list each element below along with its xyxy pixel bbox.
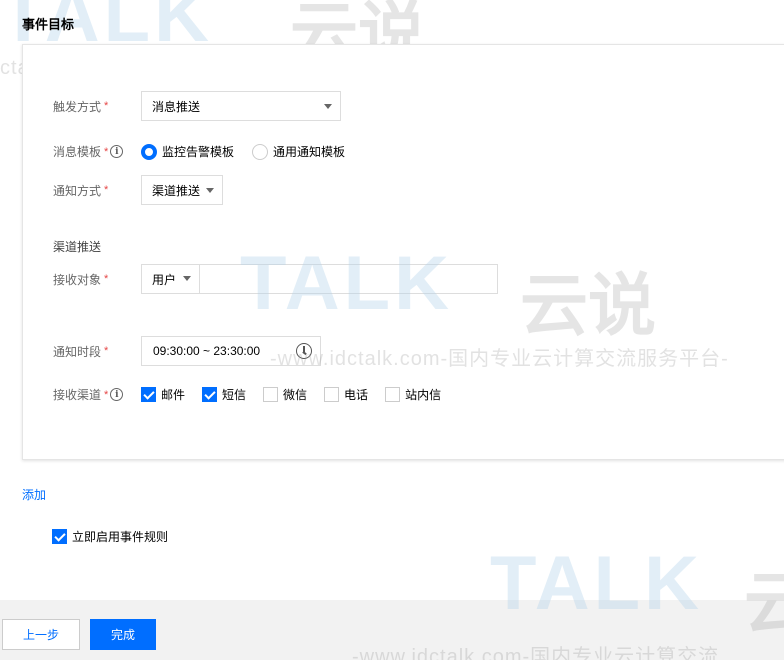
info-icon[interactable]: i — [110, 145, 124, 158]
chevron-down-icon — [183, 276, 191, 281]
channels-row: 接收渠道 * i 邮件 短信 微信 电话 站内信 — [23, 386, 458, 403]
checkbox-checked[interactable] — [141, 387, 156, 402]
required-mark: * — [104, 145, 109, 158]
checkbox-label: 短信 — [222, 388, 247, 402]
radio-alarm-template[interactable]: 监控告警模板 — [141, 143, 234, 160]
enable-rule-checkbox[interactable]: 立即启用事件规则 — [52, 528, 168, 545]
trigger-label: 触发方式 — [53, 99, 102, 114]
section-title: 渠道推送 — [53, 240, 102, 254]
notify-method-label: 通知方式 — [53, 183, 102, 198]
add-link[interactable]: 添加 — [22, 486, 46, 503]
checkbox-label: 站内信 — [405, 388, 442, 402]
time-range-value: 09:30:00 ~ 23:30:00 — [153, 344, 261, 358]
receiver-input[interactable] — [200, 265, 497, 293]
checkbox-checked[interactable] — [52, 529, 67, 544]
notify-time-label: 通知时段 — [53, 344, 102, 359]
template-radio-group: 监控告警模板 通用通知模板 — [141, 143, 363, 160]
checkbox[interactable] — [385, 387, 401, 402]
radio-button[interactable] — [252, 143, 269, 160]
receiver-type-select[interactable]: 用户 — [142, 265, 200, 293]
template-row: 消息模板 * i 监控告警模板 通用通知模板 — [23, 143, 363, 160]
notify-method-value: 渠道推送 — [152, 183, 201, 198]
required-mark: * — [104, 100, 109, 112]
chevron-down-icon — [206, 188, 214, 193]
event-target-card: 触发方式 * 消息推送 消息模板 * i 监控告警模板 通用通知模板 通知方式 * 渠道… — [22, 44, 784, 460]
info-icon[interactable]: i — [110, 388, 124, 401]
radio-label: 监控告警模板 — [162, 145, 235, 159]
checkbox-checked[interactable] — [202, 387, 218, 402]
checkbox-label: 电话 — [344, 388, 369, 402]
channel-checkbox-group: 邮件 短信 微信 电话 站内信 — [141, 386, 458, 403]
required-mark: * — [104, 345, 109, 357]
receiver-type-value: 用户 — [152, 272, 177, 287]
chevron-down-icon — [324, 104, 332, 109]
checkbox-phone[interactable]: 电话 — [324, 386, 368, 403]
receiver-input-group: 用户 — [141, 264, 498, 294]
notify-method-row: 通知方式 * 渠道推送 — [23, 175, 223, 205]
checkbox-email[interactable]: 邮件 — [141, 386, 185, 403]
checkbox-sms[interactable]: 短信 — [202, 386, 246, 403]
clock-icon[interactable] — [296, 343, 312, 359]
required-mark: * — [104, 184, 109, 196]
checkbox-label: 微信 — [283, 388, 308, 402]
trigger-select[interactable]: 消息推送 — [141, 91, 341, 121]
trigger-row: 触发方式 * 消息推送 — [23, 91, 341, 121]
required-mark: * — [104, 273, 109, 285]
receiver-label: 接收对象 — [53, 272, 102, 287]
template-label: 消息模板 — [53, 145, 102, 159]
notify-time-row: 通知时段 * 09:30:00 ~ 23:30:00 — [23, 336, 321, 366]
checkbox-site-message[interactable]: 站内信 — [385, 386, 441, 403]
radio-button-selected[interactable] — [141, 143, 157, 160]
notify-method-select[interactable]: 渠道推送 — [141, 175, 223, 205]
time-range-picker[interactable]: 09:30:00 ~ 23:30:00 — [141, 336, 321, 366]
radio-general-template[interactable]: 通用通知模板 — [252, 143, 345, 160]
required-mark: * — [104, 388, 109, 401]
trigger-value: 消息推送 — [152, 99, 201, 114]
checkbox-wechat[interactable]: 微信 — [263, 386, 307, 403]
checkbox[interactable] — [324, 387, 340, 402]
radio-label: 通用通知模板 — [273, 145, 346, 159]
receiver-row: 接收对象 * 用户 — [23, 264, 498, 294]
page-title: 事件目标 — [22, 17, 75, 32]
checkbox-label: 邮件 — [161, 388, 186, 402]
done-button[interactable]: 完成 — [90, 619, 156, 650]
prev-step-button[interactable]: 上一步 — [2, 619, 80, 650]
enable-rule-label: 立即启用事件规则 — [72, 530, 169, 544]
channels-label: 接收渠道 — [53, 388, 102, 402]
checkbox[interactable] — [263, 387, 279, 402]
